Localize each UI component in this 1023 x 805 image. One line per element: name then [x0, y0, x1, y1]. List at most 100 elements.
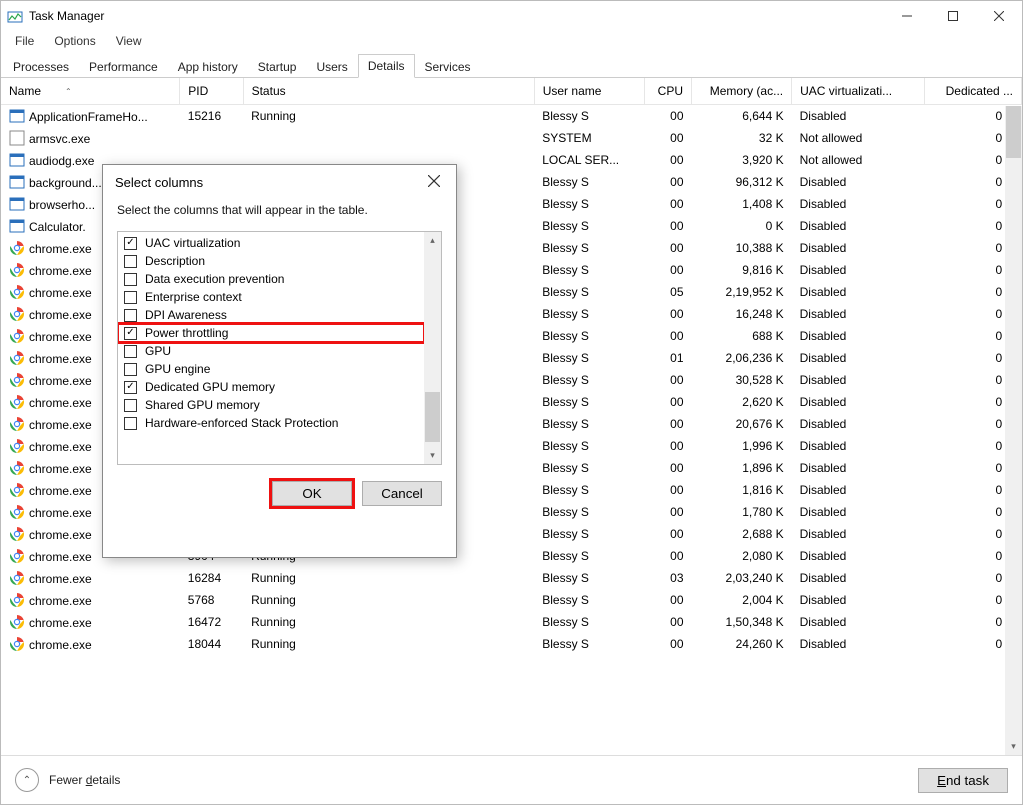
table-row[interactable]: chrome.exe16284RunningBlessy S032,03,240… [1, 567, 1022, 589]
cell-user: SYSTEM [534, 127, 644, 149]
dialog-scrollbar[interactable]: ▴ ▾ [424, 232, 441, 464]
titlebar: Task Manager [1, 1, 1022, 31]
tab-startup[interactable]: Startup [248, 55, 307, 78]
minimize-button[interactable] [884, 1, 930, 31]
table-row[interactable]: armsvc.exeSYSTEM0032 KNot allowed0 K [1, 127, 1022, 149]
cell-cpu: 00 [645, 435, 692, 457]
cell-memory: 1,780 K [692, 501, 792, 523]
column-option[interactable]: ✓Dedicated GPU memory [118, 378, 424, 396]
cell-memory: 32 K [692, 127, 792, 149]
menu-options[interactable]: Options [44, 32, 105, 50]
table-row[interactable]: chrome.exe5768RunningBlessy S002,004 KDi… [1, 589, 1022, 611]
cell-cpu: 00 [645, 325, 692, 347]
tab-details[interactable]: Details [358, 54, 415, 78]
checkbox[interactable] [124, 309, 137, 322]
process-icon [9, 482, 25, 498]
checkbox[interactable] [124, 417, 137, 430]
scroll-up-arrow-icon[interactable]: ▴ [424, 232, 441, 249]
column-option[interactable]: DPI Awareness [118, 306, 424, 324]
vertical-scrollbar[interactable]: ▾ [1005, 106, 1022, 755]
scroll-down-arrow-icon[interactable]: ▾ [1005, 738, 1022, 755]
col-memory[interactable]: Memory (ac... [692, 78, 792, 105]
column-option[interactable]: Enterprise context [118, 288, 424, 306]
col-cpu[interactable]: CPU [645, 78, 692, 105]
process-icon [9, 262, 25, 278]
tab-services[interactable]: Services [415, 55, 481, 78]
menu-file[interactable]: File [5, 32, 44, 50]
menu-view[interactable]: View [106, 32, 152, 50]
cell-cpu: 00 [645, 457, 692, 479]
cell-cpu: 00 [645, 237, 692, 259]
cell-memory: 2,06,236 K [692, 347, 792, 369]
column-option[interactable]: GPU engine [118, 360, 424, 378]
dialog-scroll-thumb[interactable] [425, 392, 440, 442]
col-status[interactable]: Status [243, 78, 534, 105]
cell-memory: 688 K [692, 325, 792, 347]
column-option[interactable]: ✓UAC virtualization [118, 234, 424, 252]
column-option[interactable]: GPU [118, 342, 424, 360]
cell-memory: 1,996 K [692, 435, 792, 457]
cell-pid: 5768 [180, 589, 243, 611]
cell-memory: 16,248 K [692, 303, 792, 325]
column-option-label: GPU engine [145, 362, 210, 376]
process-icon [9, 438, 25, 454]
end-task-button[interactable]: End task [918, 768, 1008, 793]
checkbox[interactable] [124, 345, 137, 358]
col-name[interactable]: Name⌃ [1, 78, 180, 105]
cancel-button[interactable]: Cancel [362, 481, 442, 506]
table-row[interactable]: chrome.exe18044RunningBlessy S0024,260 K… [1, 633, 1022, 655]
table-row[interactable]: ApplicationFrameHo...15216RunningBlessy … [1, 105, 1022, 128]
col-user[interactable]: User name [534, 78, 644, 105]
tab-app-history[interactable]: App history [168, 55, 248, 78]
cell-user: Blessy S [534, 479, 644, 501]
column-option[interactable]: Description [118, 252, 424, 270]
process-icon [9, 460, 25, 476]
cell-user: Blessy S [534, 611, 644, 633]
window-title: Task Manager [29, 9, 104, 23]
scroll-thumb[interactable] [1006, 106, 1021, 158]
col-dedicated[interactable]: Dedicated ... [924, 78, 1021, 105]
cell-user: Blessy S [534, 523, 644, 545]
tab-processes[interactable]: Processes [3, 55, 79, 78]
checkbox[interactable] [124, 273, 137, 286]
checkbox[interactable] [124, 363, 137, 376]
ok-button[interactable]: OK [272, 481, 352, 506]
cell-uac: Disabled [792, 501, 925, 523]
process-icon [9, 548, 25, 564]
column-option[interactable]: Hardware-enforced Stack Protection [118, 414, 424, 432]
cell-memory: 1,816 K [692, 479, 792, 501]
statusbar: ⌃ Fewer details End task [1, 755, 1022, 804]
checkbox[interactable] [124, 399, 137, 412]
tab-performance[interactable]: Performance [79, 55, 168, 78]
fewer-details-toggle[interactable]: ⌃ Fewer details [15, 768, 120, 792]
cell-user: Blessy S [534, 193, 644, 215]
cell-user: Blessy S [534, 325, 644, 347]
close-button[interactable] [976, 1, 1022, 31]
cell-user: Blessy S [534, 435, 644, 457]
scroll-down-arrow-icon[interactable]: ▾ [424, 447, 441, 464]
column-option-label: Description [145, 254, 205, 268]
cell-memory: 2,004 K [692, 589, 792, 611]
cell-memory: 2,688 K [692, 523, 792, 545]
cell-user: Blessy S [534, 259, 644, 281]
checkbox[interactable]: ✓ [124, 381, 137, 394]
checkbox[interactable]: ✓ [124, 327, 137, 340]
checkbox[interactable] [124, 255, 137, 268]
maximize-button[interactable] [930, 1, 976, 31]
checkbox[interactable] [124, 291, 137, 304]
cell-memory: 24,260 K [692, 633, 792, 655]
column-option[interactable]: ✓Power throttling [118, 324, 424, 342]
cell-cpu: 00 [645, 259, 692, 281]
process-icon [9, 394, 25, 410]
cell-user: Blessy S [534, 413, 644, 435]
column-option[interactable]: Shared GPU memory [118, 396, 424, 414]
column-option-label: Enterprise context [145, 290, 242, 304]
column-option[interactable]: Data execution prevention [118, 270, 424, 288]
tab-users[interactable]: Users [306, 55, 357, 78]
col-pid[interactable]: PID [180, 78, 243, 105]
table-row[interactable]: chrome.exe16472RunningBlessy S001,50,348… [1, 611, 1022, 633]
checkbox[interactable]: ✓ [124, 237, 137, 250]
dialog-close-button[interactable] [424, 170, 444, 195]
col-uac[interactable]: UAC virtualizati... [792, 78, 925, 105]
cell-cpu: 00 [645, 589, 692, 611]
